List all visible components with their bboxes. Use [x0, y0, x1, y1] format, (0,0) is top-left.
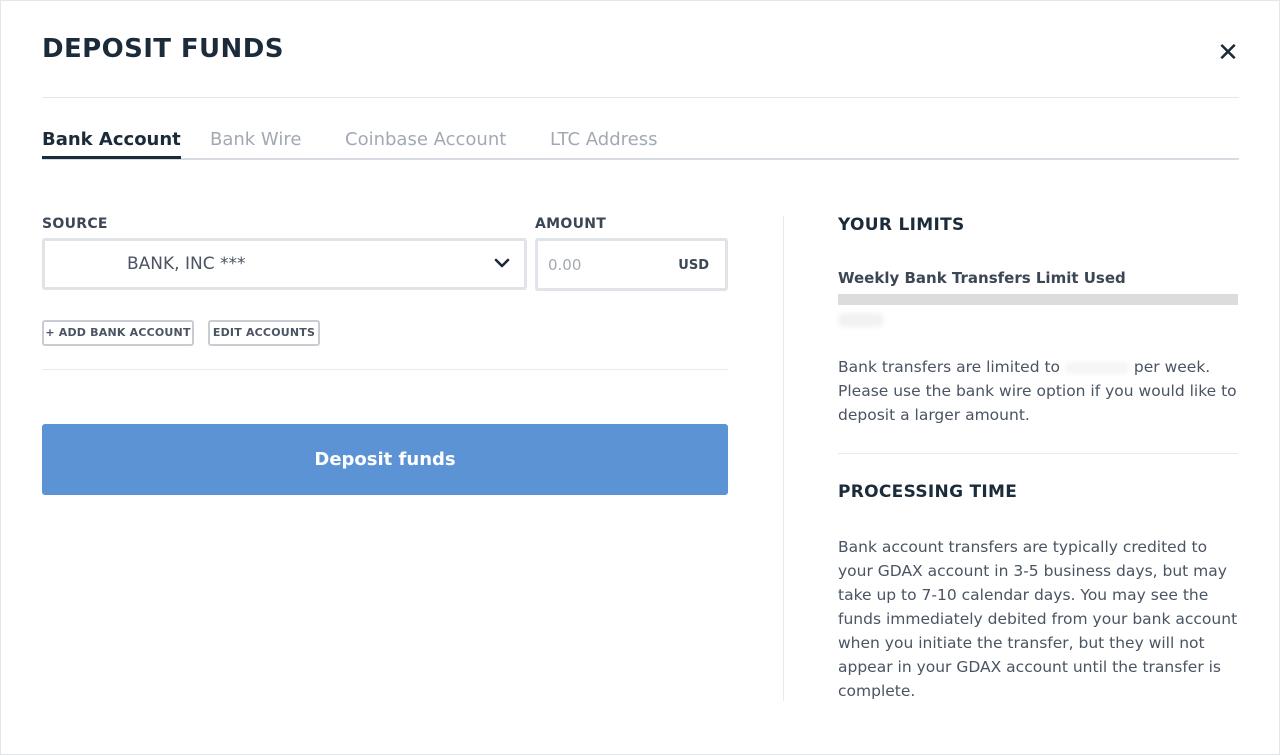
processing-text: Bank account transfers are typically cre…	[838, 538, 1238, 700]
source-select[interactable]: BANK, INC ***	[42, 238, 527, 290]
amount-label: AMOUNT	[535, 216, 607, 232]
source-value: BANK, INC ***	[127, 254, 246, 274]
edit-accounts-button[interactable]: EDIT ACCOUNTS	[208, 320, 320, 346]
limits-divider	[838, 453, 1238, 454]
deposit-funds-button[interactable]: Deposit funds	[42, 424, 728, 495]
source-label: SOURCE	[42, 216, 108, 232]
limit-info-pre: Bank transfers are limited to	[838, 358, 1061, 376]
currency-label: USD	[678, 258, 709, 273]
modal-title: DEPOSIT FUNDS	[42, 34, 284, 64]
redacted-limit-amount	[838, 313, 884, 327]
limits-heading: YOUR LIMITS	[838, 215, 965, 235]
close-icon[interactable]: ✕	[1214, 39, 1242, 67]
amount-field: USD	[535, 238, 728, 291]
column-divider	[783, 216, 784, 701]
chevron-down-icon	[494, 258, 510, 268]
tab-coinbase-account[interactable]: Coinbase Account	[345, 129, 506, 150]
redacted-weekly-limit	[1064, 361, 1129, 374]
tab-bank-wire[interactable]: Bank Wire	[210, 129, 301, 150]
tab-bar: Bank Account Bank Wire Coinbase Account …	[42, 129, 1239, 160]
weekly-limit-label: Weekly Bank Transfers Limit Used	[838, 269, 1126, 287]
tab-bank-account[interactable]: Bank Account	[42, 129, 181, 159]
weekly-limit-bar	[838, 294, 1238, 305]
deposit-funds-modal: DEPOSIT FUNDS ✕ Bank Account Bank Wire C…	[0, 0, 1280, 755]
limit-info-text: Bank transfers are limited to per week. …	[838, 355, 1238, 427]
processing-heading: PROCESSING TIME	[838, 482, 1018, 502]
tab-ltc-address[interactable]: LTC Address	[550, 129, 657, 150]
form-divider	[42, 369, 728, 370]
amount-input[interactable]	[548, 253, 668, 277]
header-divider	[42, 97, 1239, 98]
add-bank-account-button[interactable]: + ADD BANK ACCOUNT	[42, 320, 194, 346]
